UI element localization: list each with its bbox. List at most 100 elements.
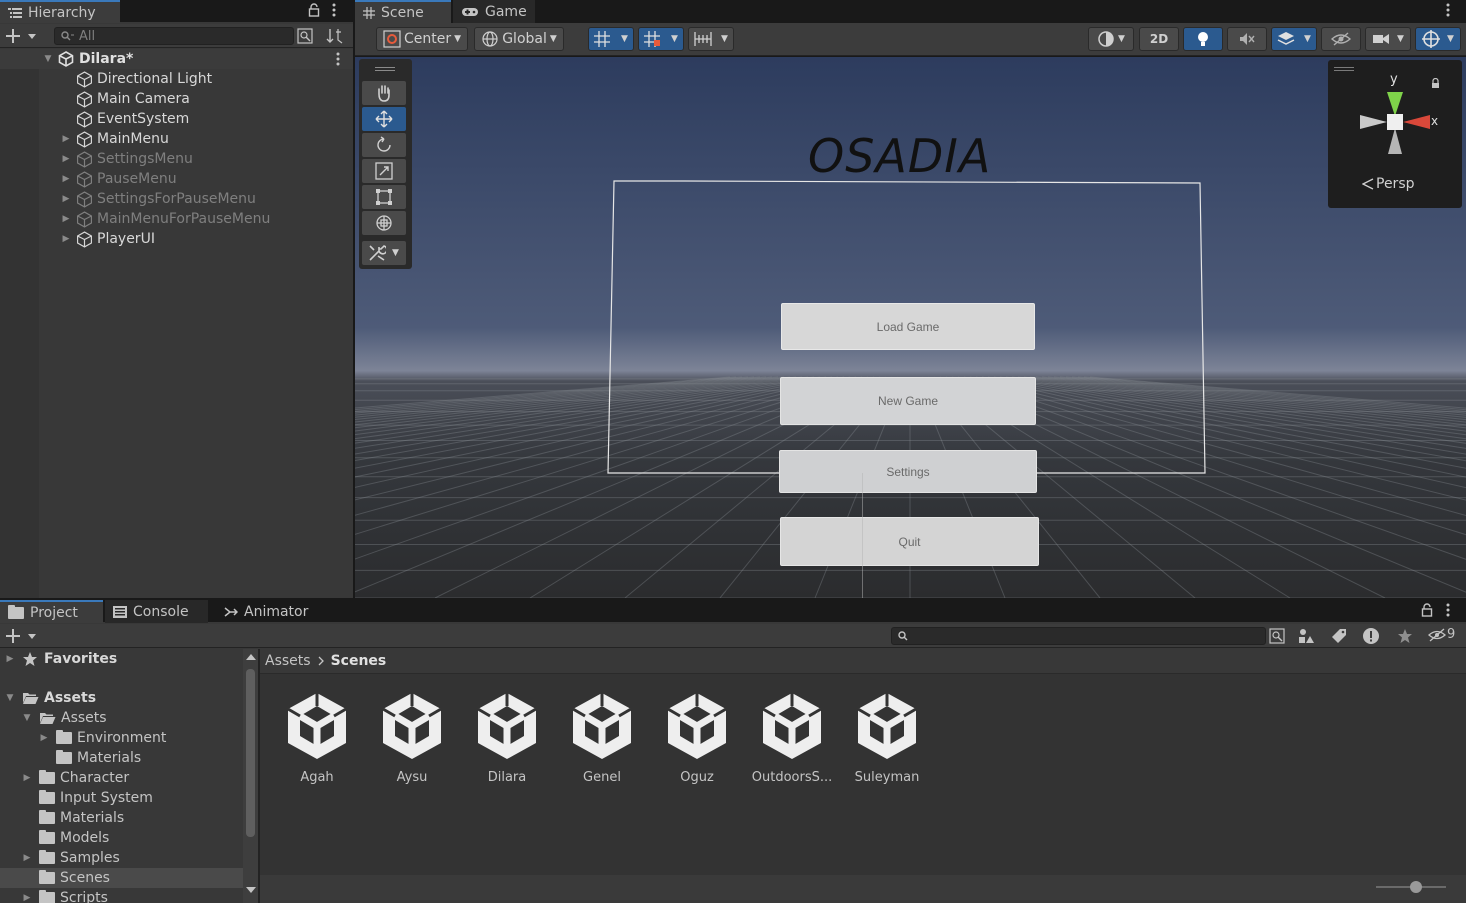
effects-button[interactable]: ▼: [1271, 27, 1317, 51]
hierarchy-search-input[interactable]: All: [54, 27, 294, 45]
tab-console[interactable]: Console: [105, 600, 208, 623]
scroll-thumb[interactable]: [246, 669, 255, 837]
sort-icon[interactable]: [326, 28, 344, 44]
breadcrumb-assets[interactable]: Assets: [265, 653, 311, 669]
asset-tile[interactable]: Genel: [557, 690, 647, 785]
tab-animator[interactable]: Animator: [216, 600, 318, 623]
project-search-input[interactable]: [891, 627, 1266, 645]
tab-project[interactable]: Project: [0, 600, 103, 623]
slider-thumb[interactable]: [1410, 881, 1422, 893]
asset-tile[interactable]: OutdoorsS...: [747, 690, 837, 785]
project-tree-item[interactable]: Scenes: [0, 868, 243, 888]
project-kebab-icon[interactable]: [1446, 603, 1450, 617]
hidden-packages-toggle[interactable]: 9: [1428, 627, 1455, 642]
scroll-down-icon[interactable]: [246, 887, 256, 893]
tab-hierarchy[interactable]: Hierarchy: [0, 0, 120, 23]
expand-arrow-icon[interactable]: ▼: [21, 713, 33, 723]
expand-arrow-icon[interactable]: ▶: [21, 893, 33, 903]
space-global-button[interactable]: Global ▼: [474, 27, 564, 51]
expand-arrow-icon[interactable]: ▶: [60, 174, 72, 184]
expand-arrow-icon[interactable]: ▶: [4, 654, 16, 664]
asset-tile[interactable]: Oguz: [652, 690, 742, 785]
projection-toggle[interactable]: Persp: [1362, 176, 1415, 192]
expand-arrow-icon[interactable]: ▼: [4, 693, 16, 703]
project-tree-item[interactable]: ▶ Samples: [0, 848, 243, 868]
hierarchy-item[interactable]: ▶ SettingsForPauseMenu: [0, 189, 353, 209]
grid-snap-button[interactable]: ▼: [588, 27, 634, 51]
hierarchy-item[interactable]: Directional Light: [0, 69, 353, 89]
hierarchy-scene-root[interactable]: ▼ Dilara*: [0, 49, 353, 69]
project-tree-item[interactable]: ▼ Assets: [0, 708, 243, 728]
expand-arrow-icon[interactable]: ▶: [21, 853, 33, 863]
project-tree-item[interactable]: ▶ Character: [0, 768, 243, 788]
lock-icon[interactable]: [308, 3, 320, 17]
project-tree-item[interactable]: ▶ Favorites: [0, 649, 243, 669]
project-tree-item[interactable]: Materials: [0, 748, 243, 768]
kebab-menu-icon[interactable]: [332, 3, 336, 17]
new-game-button[interactable]: New Game: [780, 377, 1036, 425]
hierarchy-item[interactable]: ▶ PlayerUI: [0, 229, 353, 249]
icon-size-slider[interactable]: [1376, 881, 1446, 893]
settings-button[interactable]: Settings: [779, 450, 1037, 493]
palette-drag-handle[interactable]: [375, 67, 395, 71]
asset-tile[interactable]: Suleyman: [842, 690, 932, 785]
move-tool-button[interactable]: [362, 107, 406, 131]
draw-mode-button[interactable]: ▼: [1088, 27, 1134, 51]
increment-snap-button[interactable]: ▼: [638, 27, 684, 51]
tab-scene[interactable]: Scene: [355, 0, 451, 23]
audio-toggle-button[interactable]: [1227, 27, 1267, 51]
filter-by-type-icon[interactable]: [1298, 628, 1314, 644]
project-tree-item[interactable]: ▶ Scripts: [0, 888, 243, 903]
hierarchy-item[interactable]: ▶ PauseMenu: [0, 169, 353, 189]
expand-arrow-icon[interactable]: ▶: [38, 733, 50, 743]
load-game-button[interactable]: Load Game: [781, 303, 1035, 350]
asset-tile[interactable]: Aysu: [367, 690, 457, 785]
gizmos-button[interactable]: ▼: [1415, 27, 1461, 51]
search-by-type-icon[interactable]: [1269, 628, 1285, 644]
expand-arrow-icon[interactable]: ▶: [60, 194, 72, 204]
favorite-star-icon[interactable]: [1397, 628, 1413, 644]
expand-arrow-icon[interactable]: ▶: [60, 234, 72, 244]
breadcrumb-scenes[interactable]: Scenes: [331, 653, 387, 669]
scene-viewport[interactable]: OSADIA Load Game New Game Settings Quit: [355, 57, 1466, 598]
mode-2d-button[interactable]: 2D: [1139, 27, 1179, 51]
expand-arrow-icon[interactable]: ▼: [42, 54, 54, 64]
hand-tool-button[interactable]: [362, 81, 406, 105]
expand-arrow-icon[interactable]: ▶: [60, 214, 72, 224]
add-icon[interactable]: [6, 28, 38, 44]
rect-tool-button[interactable]: [362, 185, 406, 209]
asset-tile[interactable]: Dilara: [462, 690, 552, 785]
tree-scrollbar[interactable]: [243, 649, 258, 903]
hierarchy-item[interactable]: ▶ MainMenuForPauseMenu: [0, 209, 353, 229]
expand-arrow-icon[interactable]: ▶: [21, 773, 33, 783]
asset-tile[interactable]: Agah: [272, 690, 362, 785]
camera-settings-button[interactable]: ▼: [1365, 27, 1411, 51]
filter-by-label-icon[interactable]: [1331, 628, 1347, 644]
scene-visibility-button[interactable]: [1321, 27, 1361, 51]
hierarchy-item[interactable]: ▶ SettingsMenu: [0, 149, 353, 169]
scene-kebab-icon[interactable]: [1446, 3, 1450, 17]
expand-arrow-icon[interactable]: ▶: [60, 134, 72, 144]
project-lock-icon[interactable]: [1421, 603, 1433, 617]
scale-tool-button[interactable]: [362, 159, 406, 183]
project-tree-item[interactable]: ▼ Assets: [0, 688, 243, 708]
custom-tool-button[interactable]: ▼: [362, 241, 406, 265]
transform-tool-button[interactable]: [362, 211, 406, 235]
quit-button[interactable]: Quit: [780, 517, 1039, 566]
project-tree-item[interactable]: Input System: [0, 788, 243, 808]
lighting-toggle-button[interactable]: [1183, 27, 1223, 51]
scene-kebab-icon[interactable]: [336, 52, 340, 66]
align-button[interactable]: ▼: [688, 27, 734, 51]
rotate-tool-button[interactable]: [362, 133, 406, 157]
orientation-gizmo[interactable]: y x Persp: [1328, 60, 1462, 208]
hierarchy-item[interactable]: EventSystem: [0, 109, 353, 129]
project-tree-item[interactable]: Models: [0, 828, 243, 848]
scroll-up-icon[interactable]: [246, 654, 256, 660]
hierarchy-item[interactable]: ▶ MainMenu: [0, 129, 353, 149]
search-scene-icon[interactable]: [297, 28, 313, 44]
pivot-center-button[interactable]: Center ▼: [376, 27, 468, 51]
project-add-icon[interactable]: [6, 628, 38, 644]
tab-game[interactable]: Game: [453, 0, 535, 23]
project-tree-item[interactable]: ▶ Environment: [0, 728, 243, 748]
hierarchy-item[interactable]: Main Camera: [0, 89, 353, 109]
